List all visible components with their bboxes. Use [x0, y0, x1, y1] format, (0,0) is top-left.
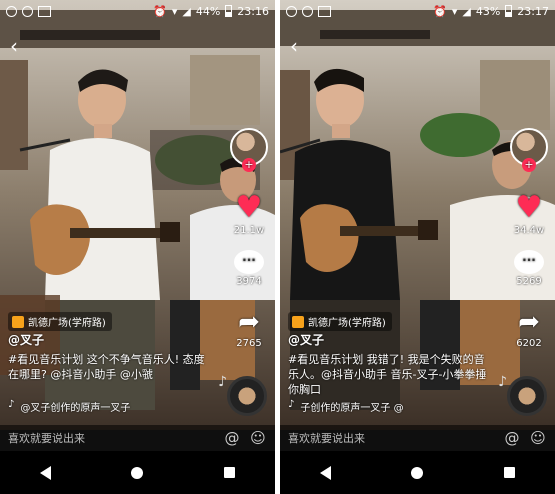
like-button[interactable]: ♥ 21.1w [229, 193, 269, 237]
notification-icon [286, 5, 297, 17]
tiktok-note-icon: ♪ [288, 399, 295, 410]
phone-screen-left: ⏰ ▾ ◢ 44% 23:16 ‹ + ♥ 21.1w ··· 3974 ➦ 2… [0, 0, 275, 494]
music-title: @叉子创作的原声一叉子 [20, 403, 131, 414]
android-nav-bar [280, 451, 555, 494]
back-chevron-icon[interactable]: ‹ [10, 34, 18, 58]
share-count: 6202 [516, 338, 542, 349]
comment-bubble-icon[interactable]: ··· [514, 250, 544, 274]
avatar[interactable]: + [230, 128, 268, 172]
nav-home-icon[interactable] [411, 466, 424, 479]
signal-icon: ◢ [182, 4, 191, 18]
comment-input-bar[interactable]: 喜欢就要说出来 @ ☺ [0, 425, 275, 451]
status-bar: ⏰ ▾ ◢ 44% 23:16 [0, 0, 275, 22]
music-disc-icon[interactable] [507, 376, 547, 416]
follow-plus-icon[interactable]: + [242, 158, 256, 172]
comment-count: 5269 [516, 276, 542, 287]
like-button[interactable]: ♥ 34.4w [509, 193, 549, 237]
image-icon [38, 5, 51, 17]
share-arrow-icon[interactable]: ➦ [229, 308, 269, 336]
post-text: @叉子 #看见音乐计划 这个不争气音乐人! 态度在哪里? @抖音小助手 @小虢 [8, 333, 208, 382]
username[interactable]: @叉子 [8, 333, 208, 348]
caption: #看见音乐计划 我错了! 我是个失败的音乐人。@抖音小助手 音乐-叉子-小拳拳捶… [288, 353, 487, 396]
battery-icon [505, 5, 513, 17]
clock: 23:16 [237, 4, 269, 18]
nav-back-icon[interactable] [40, 465, 52, 480]
author-avatar-button[interactable]: + [229, 128, 269, 172]
emoji-icon[interactable]: ☺ [529, 429, 547, 447]
location-label: 凯德广场(学府路) [308, 318, 386, 329]
caption: #看见音乐计划 这个不争气音乐人! 态度在哪里? @抖音小助手 @小虢 [8, 353, 205, 381]
location-tag[interactable]: 凯德广场(学府路) [8, 312, 112, 331]
mention-icon[interactable]: @ [503, 429, 521, 447]
alarm-icon: ⏰ [153, 4, 167, 18]
status-bar: ⏰ ▾ ◢ 43% 23:17 [280, 0, 555, 22]
alarm-icon: ⏰ [433, 4, 447, 18]
battery-icon [225, 5, 233, 17]
comment-placeholder[interactable]: 喜欢就要说出来 [288, 430, 495, 446]
comment-placeholder[interactable]: 喜欢就要说出来 [8, 430, 215, 446]
music-note-icon: ♪ [498, 374, 507, 390]
share-button[interactable]: ➦ 2765 [229, 308, 269, 349]
music-info[interactable]: ♪ 子创作的原声一叉子 @ [288, 399, 404, 414]
nav-recent-icon[interactable] [503, 467, 515, 478]
author-avatar-button[interactable]: + [509, 128, 549, 172]
mention-icon[interactable]: @ [223, 429, 241, 447]
chat-icon [22, 5, 33, 17]
comment-count: 3974 [236, 276, 262, 287]
android-nav-bar [0, 451, 275, 494]
clock: 23:17 [517, 4, 549, 18]
heart-icon[interactable]: ♥ [229, 193, 269, 223]
wifi-icon: ▾ [171, 4, 178, 18]
phone-screen-right: ⏰ ▾ ◢ 43% 23:17 ‹ + ♥ 34.4w ··· 5269 ➦ 6… [280, 0, 555, 494]
signal-icon: ◢ [462, 4, 471, 18]
location-icon [292, 315, 304, 328]
image-icon [318, 5, 331, 17]
heart-icon[interactable]: ♥ [509, 193, 549, 223]
battery-percent: 44% [195, 4, 221, 18]
comment-input-bar[interactable]: 喜欢就要说出来 @ ☺ [280, 425, 555, 451]
tiktok-note-icon: ♪ [8, 399, 15, 410]
comment-button[interactable]: ··· 5269 [509, 250, 549, 287]
music-disc-icon[interactable] [227, 376, 267, 416]
battery-percent: 43% [475, 4, 501, 18]
share-button[interactable]: ➦ 6202 [509, 308, 549, 349]
like-count: 34.4w [513, 225, 545, 236]
music-note-icon: ♪ [218, 374, 227, 390]
back-chevron-icon[interactable]: ‹ [290, 34, 298, 58]
chat-icon [302, 5, 313, 17]
wifi-icon: ▾ [451, 4, 458, 18]
location-icon [12, 315, 24, 328]
location-label: 凯德广场(学府路) [28, 318, 106, 329]
nav-back-icon[interactable] [320, 465, 332, 480]
like-count: 21.1w [233, 225, 265, 236]
music-title: 子创作的原声一叉子 @ [300, 403, 404, 414]
avatar[interactable]: + [510, 128, 548, 172]
comment-button[interactable]: ··· 3974 [229, 250, 269, 287]
follow-plus-icon[interactable]: + [522, 158, 536, 172]
location-tag[interactable]: 凯德广场(学府路) [288, 312, 392, 331]
share-count: 2765 [236, 338, 262, 349]
post-text: @叉子 #看见音乐计划 我错了! 我是个失败的音乐人。@抖音小助手 音乐-叉子-… [288, 333, 488, 397]
nav-recent-icon[interactable] [223, 467, 235, 478]
username[interactable]: @叉子 [288, 333, 488, 348]
comment-bubble-icon[interactable]: ··· [234, 250, 264, 274]
nav-home-icon[interactable] [131, 466, 144, 479]
notification-icon [6, 5, 17, 17]
share-arrow-icon[interactable]: ➦ [509, 308, 549, 336]
emoji-icon[interactable]: ☺ [249, 429, 267, 447]
music-info[interactable]: ♪ @叉子创作的原声一叉子 [8, 399, 130, 414]
